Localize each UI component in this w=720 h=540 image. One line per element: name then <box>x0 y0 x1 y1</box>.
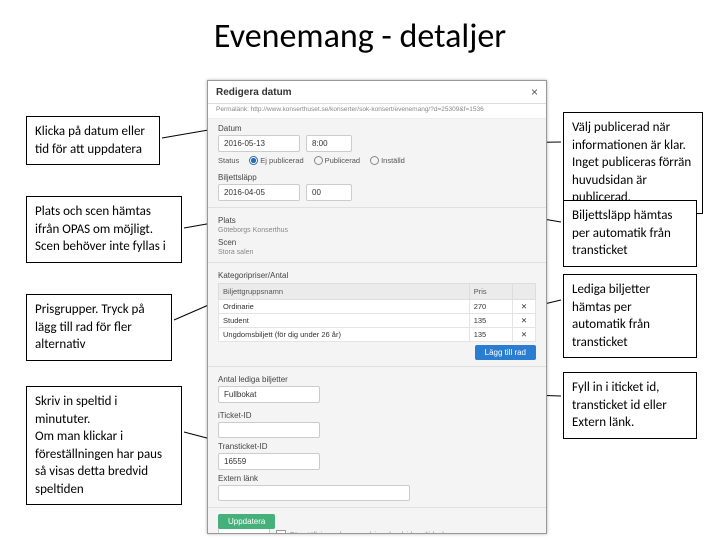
table-row: Student135✕ <box>219 314 536 328</box>
label-seats: Antal lediga biljetter <box>218 375 536 384</box>
label-extern: Extern länk <box>218 474 536 483</box>
edit-date-dialog: Redigera datum × Permalänk: http://www.k… <box>207 80 547 534</box>
ann-price: Prisgrupper. Tryck på lägg till rad för … <box>26 294 172 361</box>
extern-field[interactable] <box>218 485 410 501</box>
seats-field[interactable]: Fullbokat <box>218 386 320 403</box>
remove-icon[interactable]: ✕ <box>513 328 536 342</box>
label-prices: Kategoripriser/Antal <box>218 271 536 280</box>
status-radio[interactable]: Status Ej publicerad Publicerad Inställd <box>218 156 536 165</box>
radio-icon[interactable] <box>370 156 379 165</box>
time-field[interactable]: 8:00 <box>306 135 352 152</box>
scene-value: Stora salen <box>218 249 536 256</box>
label-iticket: iTicket-ID <box>218 411 536 420</box>
label-trans: Transticket-ID <box>218 442 536 451</box>
ann-seats: Lediga biljetter hämtas per automatik fr… <box>563 274 697 358</box>
ann-publish: Välj publicerad när informationen är kla… <box>563 112 703 214</box>
table-row: Ungdomsbiljett (för dig under 26 år)135✕ <box>219 328 536 342</box>
date-field[interactable]: 2016-05-13 <box>218 135 300 152</box>
ann-place: Plats och scen hämtas ifrån OPAS om möjl… <box>26 196 182 263</box>
radio-icon[interactable] <box>249 156 258 165</box>
label-release: Biljettsläpp <box>218 173 536 182</box>
release-date-field[interactable]: 2016-04-05 <box>218 184 300 201</box>
ann-runtime: Skriv in speltid i minututer. Om man kli… <box>26 386 182 505</box>
save-button[interactable]: Uppdatera <box>218 514 275 529</box>
price-table: BiljettgruppsnamnPris Ordinarie270✕ Stud… <box>218 283 536 342</box>
permalink: Permalänk: http://www.konserthuset.se/ko… <box>208 104 546 119</box>
remove-icon[interactable]: ✕ <box>513 314 536 328</box>
pause-checkbox[interactable] <box>276 530 286 534</box>
page-title: Evenemang - detaljer <box>0 16 720 57</box>
iticket-field[interactable] <box>218 422 320 438</box>
table-row: Ordinarie270✕ <box>219 300 536 314</box>
status-label: Status <box>218 156 239 165</box>
trans-field[interactable]: 16559 <box>218 453 320 470</box>
label-place: Plats <box>218 216 536 225</box>
dialog-title: Redigera datum <box>216 87 292 98</box>
release-time-field[interactable]: 00 <box>306 184 352 201</box>
place-value: Göteborgs Konserthus <box>218 227 536 234</box>
label-date: Datum <box>218 124 536 133</box>
ann-release: Biljettsläpp hämtas per automatik från t… <box>563 200 697 267</box>
remove-icon[interactable]: ✕ <box>513 300 536 314</box>
ann-date: Klicka på datum eller tid för att uppdat… <box>26 116 160 165</box>
add-row-button[interactable]: Lägg till rad <box>475 345 536 360</box>
close-icon[interactable]: × <box>531 85 538 99</box>
radio-icon[interactable] <box>314 156 323 165</box>
label-scene: Scen <box>218 238 536 247</box>
ann-ids: Fyll in i iticket id, transticket id ell… <box>563 372 697 439</box>
